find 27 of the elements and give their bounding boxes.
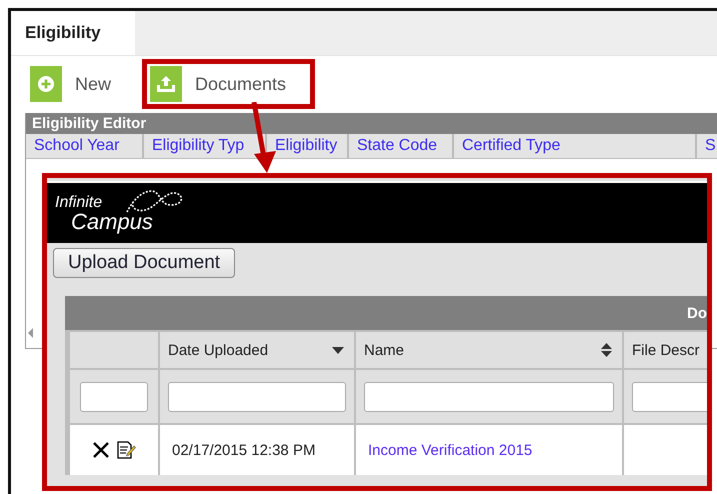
tab[interactable]: Eligibility — [11, 11, 135, 55]
upload-icon — [156, 75, 176, 93]
column-header[interactable]: State Code — [349, 134, 454, 158]
upload-document-button[interactable]: Upload Document — [53, 248, 236, 278]
sort-icon — [601, 343, 612, 357]
panel-title: Eligibility Editor — [26, 113, 717, 134]
filter-field[interactable] — [632, 382, 707, 412]
new-button[interactable]: New — [25, 59, 138, 109]
column-header[interactable]: Name — [356, 332, 622, 368]
documents-button[interactable]: Documents — [142, 59, 316, 109]
table-cell: 02/17/2015 12:38 PM — [160, 425, 354, 475]
column-header[interactable]: School Year — [26, 134, 144, 158]
edit-icon[interactable] — [116, 440, 136, 460]
add-icon — [37, 75, 55, 93]
filter-field[interactable] — [364, 382, 614, 412]
column-header[interactable]: Date Uploaded — [160, 332, 354, 368]
logo-text: Campus — [71, 211, 153, 233]
column-header[interactable]: File Descr — [624, 332, 707, 368]
scroll-left-icon[interactable] — [28, 328, 34, 338]
filter-field[interactable] — [168, 382, 346, 412]
sort-down-icon — [332, 346, 344, 354]
filter-field[interactable] — [80, 382, 148, 412]
logo-text: Infinite — [55, 195, 104, 211]
column-header[interactable]: Certified Type — [454, 134, 697, 158]
grid-title: Do — [687, 304, 707, 322]
column-header[interactable]: S — [697, 134, 717, 158]
delete-icon[interactable] — [92, 441, 110, 459]
